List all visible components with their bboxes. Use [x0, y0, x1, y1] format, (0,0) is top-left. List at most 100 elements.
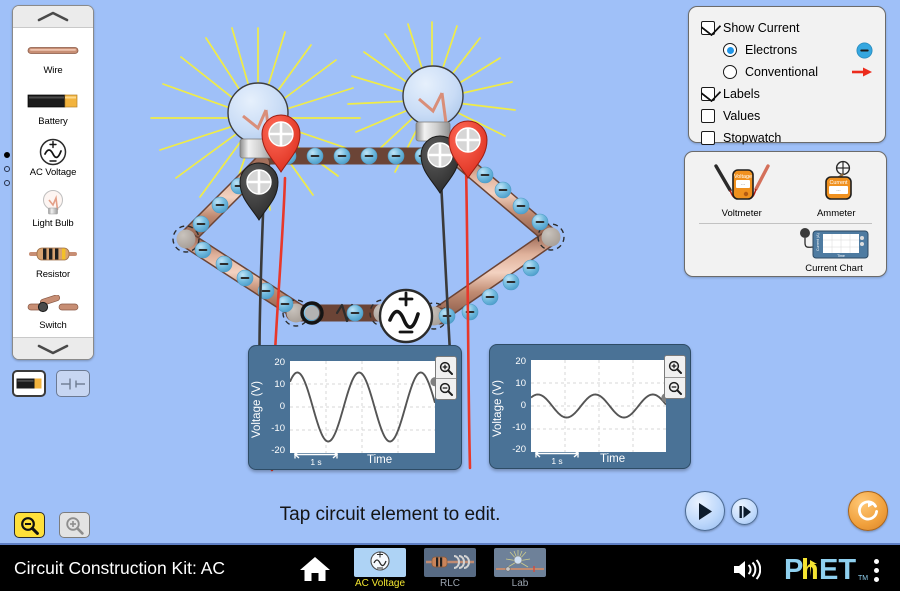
svg-text:Voltage: Voltage: [734, 174, 752, 180]
chart1-ytick-neg20: -20: [271, 445, 285, 456]
page-dot-1[interactable]: [4, 152, 10, 158]
zoom-out-button[interactable]: [14, 512, 45, 538]
voltage-chart-1[interactable]: Voltage (V) 20 10 0 -10 -20 Time 1 s: [248, 345, 462, 470]
carousel-down-arrow[interactable]: [13, 337, 93, 359]
voltmeter-tool[interactable]: Voltage --- Voltmeter: [708, 160, 776, 219]
tab-lab-thumb[interactable]: [494, 548, 546, 577]
chart1-plot-area: [290, 361, 435, 453]
show-current-checkbox-row[interactable]: Show Current: [701, 17, 873, 39]
voltmeter-label: Voltmeter: [721, 208, 762, 219]
carousel-up-arrow[interactable]: [13, 6, 93, 28]
electrons: [192, 84, 549, 325]
kebab-menu-button[interactable]: [874, 559, 879, 582]
current-chart-icon: Current (A) Time: [800, 228, 869, 259]
kebab-dot-1: [874, 559, 879, 564]
svg-text:Time: Time: [837, 254, 845, 258]
show-current-checkbox[interactable]: [701, 21, 715, 35]
right-light-bulb[interactable]: [402, 65, 464, 142]
carousel-item-ac-voltage[interactable]: AC Voltage: [13, 138, 93, 178]
show-current-label: Show Current: [723, 21, 800, 35]
current-chart-label: Current Chart: [805, 263, 863, 274]
tab-rlc[interactable]: RLC: [422, 548, 478, 589]
voltmeter-probe-positive-right[interactable]: [448, 120, 488, 179]
page-dot-2[interactable]: [4, 166, 10, 172]
voltmeter-probe-negative-right[interactable]: [420, 135, 460, 194]
conventional-radio-row[interactable]: Conventional: [701, 61, 873, 83]
reset-all-button[interactable]: [848, 491, 888, 531]
carousel-item-switch[interactable]: Switch: [13, 291, 93, 331]
tab-ac-voltage[interactable]: AC Voltage: [352, 548, 408, 589]
home-button[interactable]: [297, 551, 333, 587]
labels-checkbox[interactable]: [701, 87, 715, 101]
carousel-label-light-bulb: Light Bulb: [32, 218, 74, 230]
chart1-xlabel: Time: [367, 454, 393, 466]
display-options-panel: Show Current Electrons Conventional Labe…: [688, 6, 886, 145]
zoom-in-button[interactable]: [59, 512, 90, 538]
current-chart-tool[interactable]: Current (A) Time Current Chart: [798, 227, 870, 274]
kebab-dot-3: [874, 577, 879, 582]
chart2-scale-label: 1 s: [551, 456, 563, 466]
voltmeter-probe-negative-left[interactable]: [239, 162, 279, 221]
tab-ac-voltage-thumb[interactable]: [354, 548, 406, 577]
chart2-ytick-neg20: -20: [512, 444, 526, 455]
voltmeter-probe-positive-left[interactable]: [261, 114, 301, 173]
home-icon: [300, 557, 330, 581]
chart1-ytick-neg10: -10: [271, 423, 285, 434]
sensor-toolbox: Voltage --- Voltmeter Current --- Ammete…: [684, 151, 887, 277]
labels-label: Labels: [723, 87, 760, 101]
electrons-radio[interactable]: [723, 43, 737, 57]
values-label: Values: [723, 109, 761, 123]
resistor-icon[interactable]: [335, 303, 359, 323]
svg-text:h: h: [801, 554, 819, 584]
stopwatch-label: Stopwatch: [723, 131, 782, 145]
view-mode-toggles[interactable]: [12, 370, 90, 397]
tab-lab[interactable]: Lab: [492, 548, 548, 589]
ammeter-icon: Current ---: [825, 160, 853, 200]
lifelike-view-button[interactable]: [12, 370, 46, 397]
electrons-label: Electrons: [745, 43, 798, 57]
carousel-item-light-bulb[interactable]: Light Bulb: [13, 189, 93, 229]
right-bulb-glow: [347, 21, 516, 173]
values-checkbox[interactable]: [701, 109, 715, 123]
chart2-zoom-in-button[interactable]: [665, 356, 685, 377]
play-button[interactable]: [685, 491, 725, 531]
tab-rlc-thumb[interactable]: [424, 548, 476, 577]
voltage-chart-2[interactable]: Voltage (V) 20 10 0 -10 -20 Time 1 s: [489, 344, 691, 469]
page-dot-3[interactable]: [4, 180, 10, 186]
carousel-item-wire[interactable]: Wire: [13, 36, 93, 76]
values-checkbox-row[interactable]: Values: [701, 105, 873, 127]
phet-logo[interactable]: P h ET TM: [784, 554, 868, 584]
navigation-bar: Circuit Construction Kit: AC AC Voltage: [0, 543, 900, 591]
reset-icon: [858, 500, 878, 521]
component-carousel[interactable]: Wire Battery AC Voltage Light Bulb Resis…: [12, 5, 94, 360]
circuit-wires[interactable]: [177, 147, 560, 325]
speaker-icon: [734, 559, 762, 580]
carousel-page-dots[interactable]: [4, 152, 10, 186]
conventional-radio[interactable]: [723, 65, 737, 79]
chart1-zoom-in-button[interactable]: [436, 357, 456, 378]
svg-text:TM: TM: [858, 575, 868, 582]
step-forward-button[interactable]: [731, 498, 758, 525]
stopwatch-checkbox-row[interactable]: Stopwatch: [701, 127, 873, 149]
switch-element[interactable]: [300, 301, 324, 325]
chart1-zoom-buttons[interactable]: [435, 356, 457, 400]
wire-icon: [27, 36, 79, 64]
circuit-vertices[interactable]: [172, 223, 565, 330]
left-light-bulb[interactable]: [227, 82, 289, 159]
chart2-zoom-buttons[interactable]: [664, 355, 686, 399]
electrons-radio-row[interactable]: Electrons: [701, 39, 873, 61]
sound-toggle-button[interactable]: [731, 558, 762, 586]
schematic-view-button[interactable]: [56, 370, 90, 397]
chart2-plot-area: [531, 360, 666, 452]
tab-lab-label: Lab: [511, 578, 529, 589]
chart2-zoom-out-button[interactable]: [665, 377, 685, 398]
chart1-zoom-out-button[interactable]: [436, 378, 456, 399]
ac-voltage-source[interactable]: [378, 288, 434, 344]
ac-voltage-icon: [38, 138, 68, 166]
labels-checkbox-row[interactable]: Labels: [701, 83, 873, 105]
carousel-item-battery[interactable]: Battery: [13, 87, 93, 127]
stopwatch-checkbox[interactable]: [701, 131, 715, 145]
carousel-item-resistor[interactable]: Resistor: [13, 240, 93, 280]
ammeter-tool[interactable]: Current --- Ammeter: [809, 160, 863, 219]
carousel-label-ac-voltage: AC Voltage: [29, 166, 77, 178]
